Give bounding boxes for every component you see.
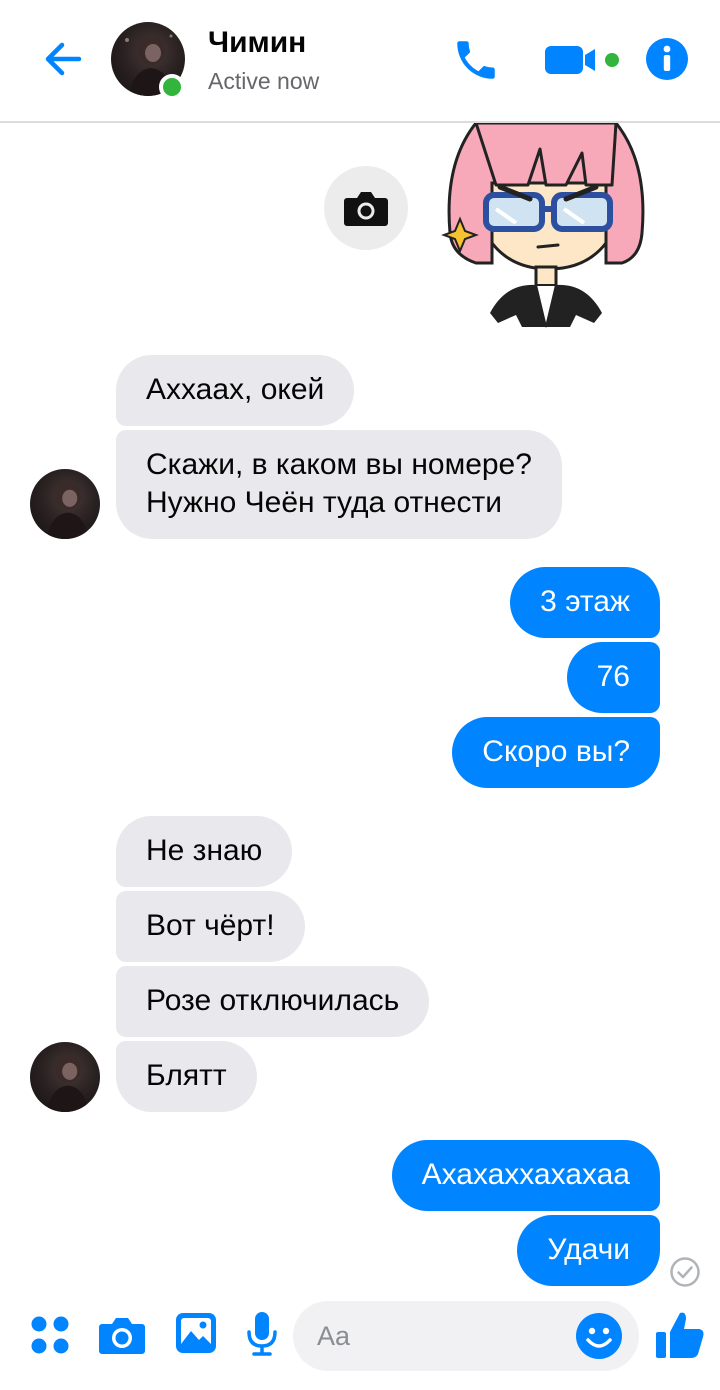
like-button[interactable]: [652, 1307, 708, 1363]
smiley-icon[interactable]: [575, 1312, 623, 1360]
incoming-message[interactable]: Аххаах, окей: [116, 355, 355, 426]
camera-icon: [99, 1318, 145, 1354]
four-dots-icon: [31, 1316, 69, 1354]
incoming-message[interactable]: Не знаю: [116, 816, 293, 887]
message-composer: [0, 1295, 720, 1390]
video-camera-icon: [545, 46, 619, 74]
outgoing-message[interactable]: Ахахаххахахаа: [391, 1140, 660, 1211]
camera-icon: [344, 192, 388, 226]
voice-call-button[interactable]: [450, 34, 502, 86]
sender-avatar[interactable]: [30, 1042, 100, 1112]
conversation-header: Чимин Active now: [0, 0, 720, 123]
info-button[interactable]: [644, 36, 690, 82]
video-call-button[interactable]: [543, 38, 625, 82]
online-indicator: [159, 74, 185, 100]
incoming-message[interactable]: Розе отключилась: [116, 966, 430, 1037]
avatar-photo: [47, 1054, 89, 1112]
info-icon: [646, 38, 688, 80]
thumbs-up-icon: [656, 1312, 704, 1358]
outgoing-message[interactable]: Скоро вы?: [452, 717, 660, 788]
back-button[interactable]: [38, 34, 88, 84]
contact-status: Active now: [208, 68, 320, 94]
sender-avatar[interactable]: [30, 469, 100, 539]
incoming-message-multiline[interactable]: Скажи, в каком вы номере? Нужно Чеён туд…: [116, 430, 562, 539]
sticker-image[interactable]: [436, 121, 656, 331]
avatar-photo: [47, 481, 89, 539]
message-line: Скажи, в каком вы номере?: [146, 448, 532, 481]
incoming-message[interactable]: Блятт: [116, 1041, 257, 1112]
more-actions-button[interactable]: [30, 1315, 70, 1355]
attached-photo-button[interactable]: [324, 166, 408, 250]
outgoing-message[interactable]: 3 этаж: [510, 567, 660, 638]
microphone-icon: [247, 1312, 277, 1356]
gallery-button[interactable]: [172, 1309, 220, 1357]
message-line: Нужно Чеён туда отнести: [146, 486, 503, 519]
voice-record-button[interactable]: [244, 1309, 280, 1359]
image-icon: [176, 1313, 216, 1353]
delivered-check-icon: [670, 1257, 700, 1287]
incoming-message[interactable]: Вот чёрт!: [116, 891, 305, 962]
cartoon-girl-sticker: [441, 121, 645, 328]
outgoing-message[interactable]: Удачи: [517, 1215, 660, 1286]
back-arrow-icon: [45, 42, 82, 76]
message-input-wrapper: [293, 1301, 639, 1371]
camera-button[interactable]: [98, 1311, 146, 1359]
contact-name[interactable]: Чимин: [208, 26, 306, 60]
phone-icon: [457, 41, 495, 79]
outgoing-message[interactable]: 76: [566, 642, 660, 713]
message-input[interactable]: [317, 1301, 567, 1371]
